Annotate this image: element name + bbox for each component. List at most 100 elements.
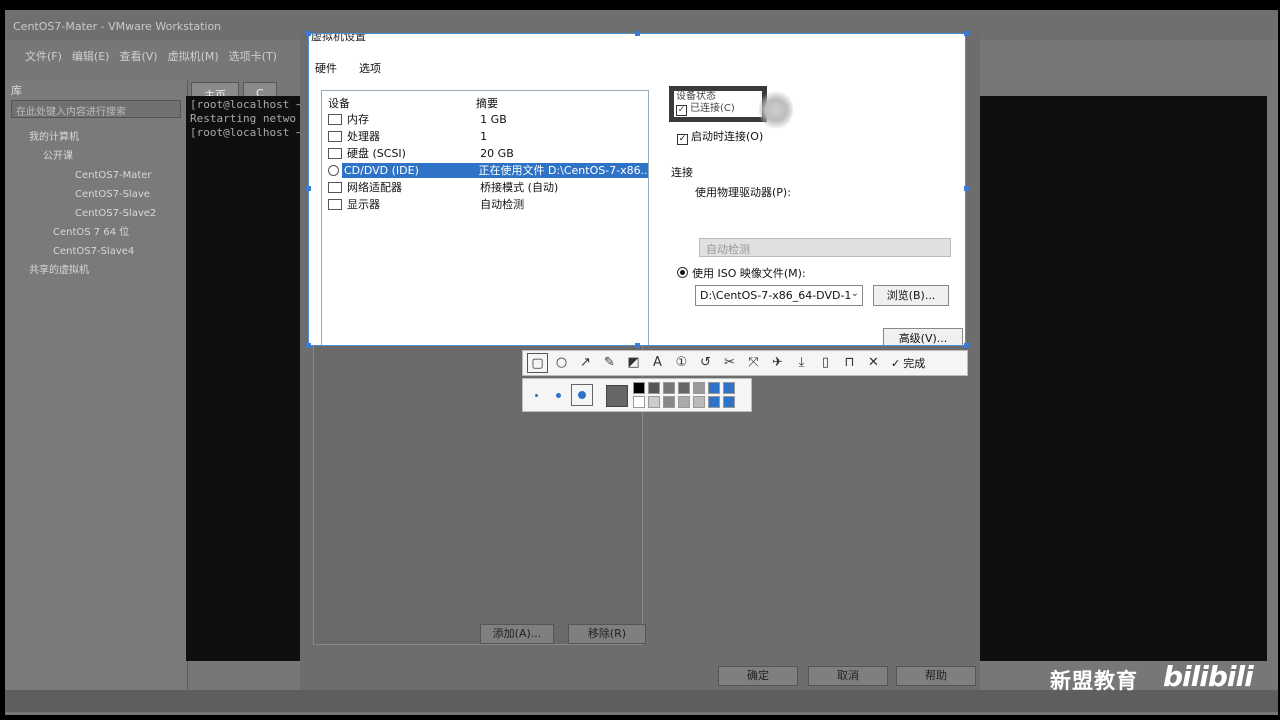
tree-shared[interactable]: 共享的虚拟机 bbox=[15, 261, 187, 280]
translate-icon[interactable]: ✈ bbox=[767, 353, 788, 373]
dialog-tabs: 硬件 选项 bbox=[315, 60, 381, 76]
menu-item[interactable]: 查看(V) bbox=[119, 48, 157, 68]
disk-icon bbox=[328, 148, 342, 159]
library-search-input[interactable]: 在此处键入内容进行搜索 bbox=[11, 100, 181, 118]
iso-option[interactable]: 使用 ISO 映像文件(M): bbox=[677, 265, 806, 281]
device-summary: 1 GB bbox=[480, 113, 507, 126]
menu-item[interactable]: 文件(F) bbox=[25, 48, 62, 68]
connection-heading: 连接 bbox=[671, 166, 693, 179]
device-row[interactable]: CD/DVD (IDE) 正在使用文件 D:\CentOS-7-x86... bbox=[322, 162, 648, 179]
help-button[interactable]: 帮助 bbox=[896, 666, 976, 686]
device-summary: 20 GB bbox=[480, 147, 514, 160]
connect-on-startup[interactable]: ✓ 启动时连接(O) bbox=[677, 128, 763, 145]
done-label: 完成 bbox=[903, 357, 926, 370]
size-medium[interactable] bbox=[556, 393, 561, 398]
selection-handle[interactable] bbox=[306, 186, 311, 191]
device-name: 处理器 bbox=[347, 130, 380, 143]
number-icon[interactable]: ① bbox=[671, 353, 692, 373]
device-name: CD/DVD (IDE) bbox=[342, 163, 477, 178]
dialog-title: 虚拟机设置 bbox=[311, 33, 366, 43]
color-swatch[interactable] bbox=[723, 396, 735, 408]
selection-handle[interactable] bbox=[964, 186, 969, 191]
mosaic-icon[interactable]: ◩ bbox=[623, 353, 644, 373]
connected-checkbox[interactable]: 已连接(C) bbox=[690, 103, 735, 114]
column-summary: 摘要 bbox=[476, 97, 498, 110]
device-status-group: 设备状态 ✓ 已连接(C) bbox=[669, 86, 767, 122]
color-swatch[interactable] bbox=[708, 396, 720, 408]
color-swatch[interactable] bbox=[663, 396, 675, 408]
add-button[interactable]: 添加(A)... bbox=[480, 624, 554, 644]
physical-drive-select[interactable]: 自动检测 bbox=[699, 238, 951, 257]
arrow-icon[interactable]: ↗ bbox=[575, 353, 596, 373]
physical-drive-option[interactable]: 使用物理驱动器(P): bbox=[695, 184, 791, 200]
text-icon[interactable]: A bbox=[647, 353, 668, 373]
save-icon[interactable]: ⤓ bbox=[791, 353, 812, 373]
color-swatch[interactable] bbox=[648, 382, 660, 394]
rectangle-icon[interactable]: ▢ bbox=[527, 353, 548, 373]
tab-hardware[interactable]: 硬件 bbox=[315, 60, 337, 76]
selection-handle[interactable] bbox=[964, 343, 969, 348]
menu-item[interactable]: 虚拟机(M) bbox=[168, 48, 219, 68]
device-row[interactable]: 处理器 1 bbox=[322, 128, 648, 145]
pin-icon[interactable]: ✂ bbox=[719, 353, 740, 373]
remove-button[interactable]: 移除(R) bbox=[568, 624, 646, 644]
size-dot bbox=[578, 391, 586, 399]
color-swatch[interactable] bbox=[678, 382, 690, 394]
tab-options[interactable]: 选项 bbox=[359, 60, 381, 76]
checkbox-icon[interactable]: ✓ bbox=[676, 105, 687, 116]
selection-handle[interactable] bbox=[635, 343, 640, 348]
color-swatch[interactable] bbox=[663, 382, 675, 394]
device-summary: 正在使用文件 D:\CentOS-7-x86... bbox=[476, 163, 648, 178]
selection-handle[interactable] bbox=[964, 31, 969, 36]
tree-vm[interactable]: CentOS7-Slave bbox=[15, 185, 187, 204]
selection-handle[interactable] bbox=[306, 31, 311, 36]
radio-icon[interactable] bbox=[677, 267, 688, 278]
device-list-header: 设备 摘要 bbox=[322, 91, 648, 111]
tree-vm[interactable]: CentOS7-Slave2 bbox=[15, 204, 187, 223]
tree-my-computer[interactable]: 我的计算机 bbox=[15, 128, 187, 147]
selection-handle[interactable] bbox=[635, 31, 640, 36]
device-summary: 1 bbox=[480, 130, 488, 143]
ellipse-icon[interactable]: ○ bbox=[551, 353, 572, 373]
chevron-down-icon[interactable]: ⌄ bbox=[851, 288, 859, 299]
size-small[interactable] bbox=[535, 394, 538, 397]
color-swatch[interactable] bbox=[678, 396, 690, 408]
tree-vm[interactable]: CentOS 7 64 位 bbox=[15, 223, 187, 242]
library-label: 库 bbox=[11, 84, 22, 97]
tree-vm[interactable]: CentOS7-Slave4 bbox=[15, 242, 187, 261]
device-row[interactable]: 网络适配器 桥接模式 (自动) bbox=[322, 179, 648, 196]
color-swatch[interactable] bbox=[633, 396, 645, 408]
terminal[interactable]: [root@localhost ~]# Restarting netwo [ro… bbox=[186, 96, 300, 661]
color-swatch[interactable] bbox=[633, 382, 645, 394]
size-large-selected[interactable] bbox=[571, 384, 593, 406]
advanced-button[interactable]: 高级(V)... bbox=[883, 328, 963, 345]
color-swatch[interactable] bbox=[693, 396, 705, 408]
bookmark-icon[interactable]: ⊓ bbox=[839, 353, 860, 373]
copy-icon[interactable]: ▯ bbox=[815, 353, 836, 373]
ok-button[interactable]: 确定 bbox=[718, 666, 798, 686]
menu-item[interactable]: 编辑(E) bbox=[72, 48, 110, 68]
color-swatch[interactable] bbox=[723, 382, 735, 394]
tree-group[interactable]: 公开课 bbox=[15, 147, 187, 166]
device-summary: 桥接模式 (自动) bbox=[480, 181, 559, 194]
color-swatch[interactable] bbox=[648, 396, 660, 408]
pen-icon[interactable]: ✎ bbox=[599, 353, 620, 373]
checkbox-icon[interactable]: ✓ bbox=[677, 134, 688, 145]
cancel-button[interactable]: 取消 bbox=[808, 666, 888, 686]
done-button[interactable]: ✓ 完成 bbox=[891, 355, 925, 371]
close-icon[interactable]: ✕ bbox=[863, 353, 884, 373]
color-swatch[interactable] bbox=[693, 382, 705, 394]
tree-vm[interactable]: CentOS7-Mater bbox=[15, 166, 187, 185]
column-device: 设备 bbox=[328, 97, 350, 110]
ocr-icon[interactable]: ⤧ bbox=[743, 353, 764, 373]
device-row[interactable]: 显示器 自动检测 bbox=[322, 196, 648, 213]
device-row[interactable]: 硬盘 (SCSI) 20 GB bbox=[322, 145, 648, 162]
device-row[interactable]: 内存 1 GB bbox=[322, 111, 648, 128]
menu-item[interactable]: 选项卡(T) bbox=[229, 48, 277, 68]
browse-button[interactable]: 浏览(B)... bbox=[873, 285, 949, 306]
undo-icon[interactable]: ↺ bbox=[695, 353, 716, 373]
color-swatch[interactable] bbox=[708, 382, 720, 394]
selection-handle[interactable] bbox=[306, 343, 311, 348]
iso-path-combo[interactable]: D:\CentOS-7-x86_64-DVD-1 ⌄ bbox=[695, 285, 863, 306]
terminal-right bbox=[980, 96, 1267, 661]
